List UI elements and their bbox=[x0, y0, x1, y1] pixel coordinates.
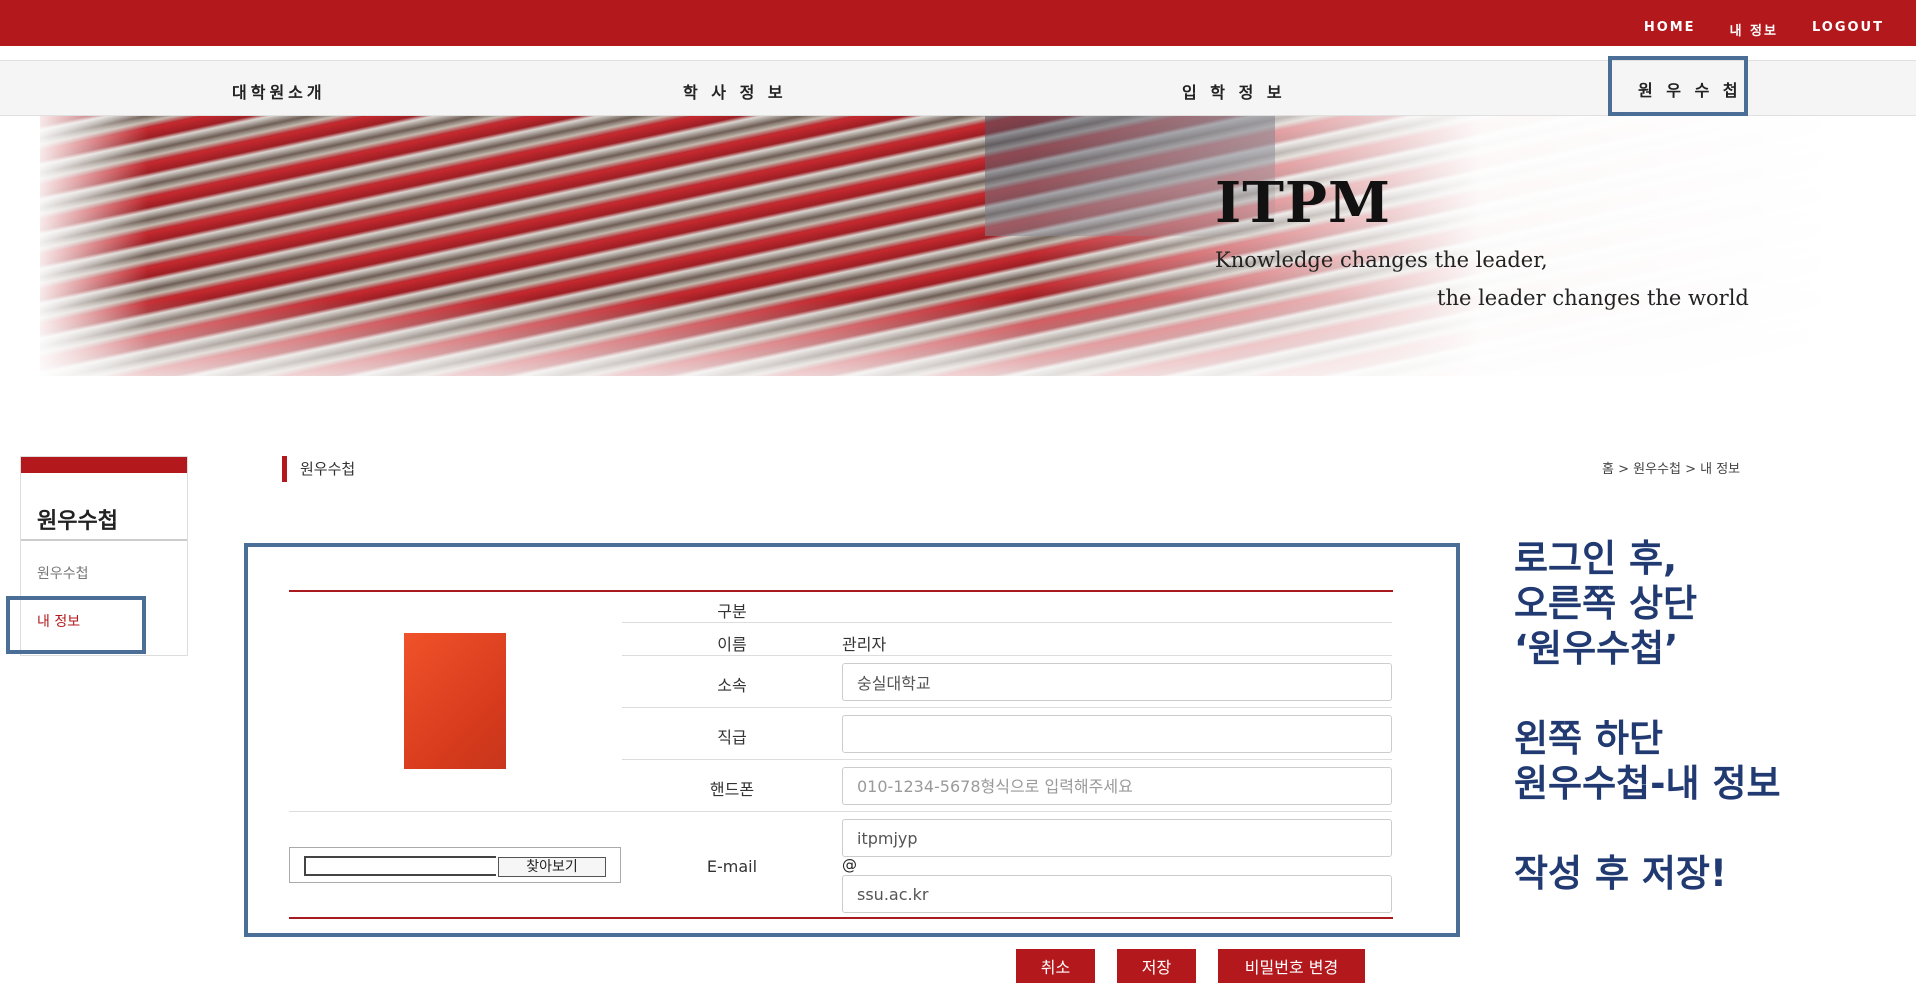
file-upload: 찾아보기 bbox=[289, 847, 621, 883]
page: { "topbar": { "links": ["HOME", "내 정보", … bbox=[0, 0, 1916, 994]
file-path-input[interactable] bbox=[304, 856, 496, 876]
sidebar-highlight-box bbox=[6, 596, 146, 654]
top-links: HOME 내 정보 LOGOUT bbox=[1644, 20, 1884, 39]
row-divider bbox=[622, 759, 1392, 760]
sidebar-item-alumni-notebook[interactable]: 원우수첩 bbox=[37, 563, 89, 583]
nav-item-admission-info[interactable]: 입 학 정 보 bbox=[1182, 79, 1286, 103]
cancel-button[interactable]: 취소 bbox=[1016, 949, 1095, 983]
form-top-rule bbox=[289, 590, 1393, 592]
position-label: 직급 bbox=[717, 728, 747, 747]
affiliation-label: 소속 bbox=[717, 676, 747, 695]
annotation-line: 로그인 후, bbox=[1514, 537, 1678, 580]
top-bar: HOME 내 정보 LOGOUT bbox=[0, 0, 1916, 46]
home-link[interactable]: HOME bbox=[1644, 20, 1696, 39]
nav-highlight-box bbox=[1608, 56, 1748, 116]
profile-photo bbox=[404, 633, 506, 769]
hero-banner bbox=[40, 116, 1840, 376]
name-label: 이름 bbox=[717, 635, 747, 654]
row-divider bbox=[622, 707, 1392, 708]
browse-button[interactable]: 찾아보기 bbox=[498, 857, 606, 877]
sidebar-title: 원우수첩 bbox=[21, 473, 187, 541]
affiliation-field[interactable] bbox=[842, 663, 1392, 701]
nav-item-academic-info[interactable]: 학 사 정 보 bbox=[683, 79, 787, 103]
logout-link[interactable]: LOGOUT bbox=[1812, 20, 1884, 39]
division-label: 구분 bbox=[717, 602, 747, 621]
email-domain-field[interactable] bbox=[842, 875, 1392, 913]
breadcrumb: 홈 > 원우수첩 > 내 정보 bbox=[1602, 462, 1741, 477]
annotation-line: 원우수첩-내 정보 bbox=[1514, 762, 1781, 805]
annotation-line: 왼쪽 하단 bbox=[1514, 717, 1664, 760]
email-user-field[interactable] bbox=[842, 819, 1392, 857]
section-title: 원우수첩 bbox=[300, 460, 356, 478]
instruction-annotation: 로그인 후, 오른쪽 상단 ‘원우수첩’ 왼쪽 하단 원우수첩-내 정보 작성 … bbox=[1514, 536, 1894, 941]
my-info-link[interactable]: 내 정보 bbox=[1730, 20, 1778, 39]
phone-label: 핸드폰 bbox=[709, 780, 755, 799]
section-accent bbox=[282, 456, 287, 482]
banner-title: ITPM bbox=[1215, 170, 1391, 236]
form-bottom-rule bbox=[289, 917, 1393, 919]
nav-item-graduate-intro[interactable]: 대학원소개 bbox=[232, 79, 326, 103]
save-button[interactable]: 저장 bbox=[1117, 949, 1196, 983]
position-field[interactable] bbox=[842, 715, 1392, 753]
change-password-button[interactable]: 비밀번호 변경 bbox=[1218, 949, 1365, 983]
email-label: E-mail bbox=[706, 857, 758, 876]
email-at-sign: @ bbox=[842, 856, 857, 874]
annotation-line: 작성 후 저장! bbox=[1514, 852, 1727, 895]
name-value: 관리자 bbox=[842, 635, 887, 654]
row-divider bbox=[622, 655, 1392, 656]
sidebar-accent bbox=[21, 457, 187, 473]
annotation-line: 오른쪽 상단 bbox=[1514, 582, 1698, 625]
annotation-line: ‘원우수첩’ bbox=[1514, 627, 1679, 670]
banner-tagline-2: the leader changes the world bbox=[1437, 286, 1749, 310]
phone-field[interactable] bbox=[842, 767, 1392, 805]
row-divider bbox=[622, 622, 1392, 623]
banner-tagline-1: Knowledge changes the leader, bbox=[1215, 248, 1548, 272]
row-divider bbox=[622, 811, 1392, 812]
photo-divider bbox=[289, 811, 622, 812]
